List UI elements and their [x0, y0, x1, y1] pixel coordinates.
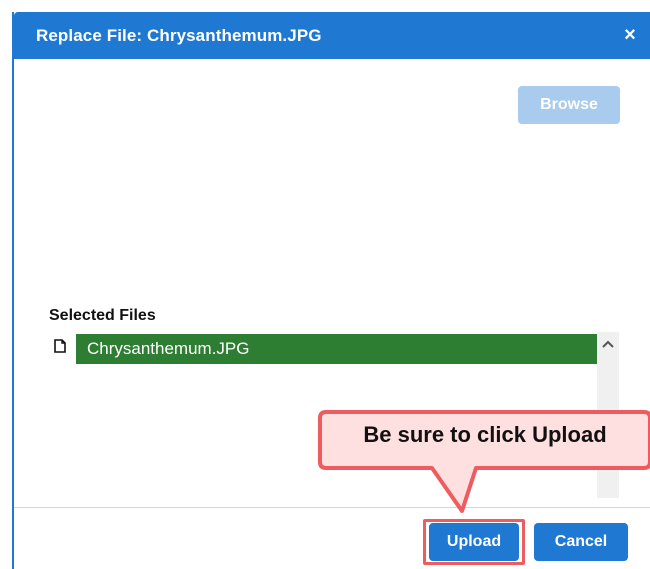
dialog-title: Replace File: Chrysanthemum.JPG: [36, 26, 322, 45]
upload-callout: Be sure to click Upload: [316, 408, 650, 518]
selected-file-item[interactable]: Chrysanthemum.JPG: [76, 334, 597, 364]
selected-files-label: Selected Files: [49, 307, 156, 324]
upload-button[interactable]: Upload: [429, 523, 519, 561]
file-icon: [54, 339, 66, 353]
callout-text: Be sure to click Upload: [363, 422, 607, 447]
dialog-title-bar: Replace File: Chrysanthemum.JPG ×: [14, 12, 650, 59]
close-icon[interactable]: ×: [622, 24, 638, 46]
scroll-up-icon[interactable]: [601, 339, 615, 349]
replace-file-dialog: Replace File: Chrysanthemum.JPG × Browse…: [12, 12, 650, 569]
browse-button[interactable]: Browse: [518, 86, 620, 124]
cancel-button[interactable]: Cancel: [534, 523, 628, 561]
